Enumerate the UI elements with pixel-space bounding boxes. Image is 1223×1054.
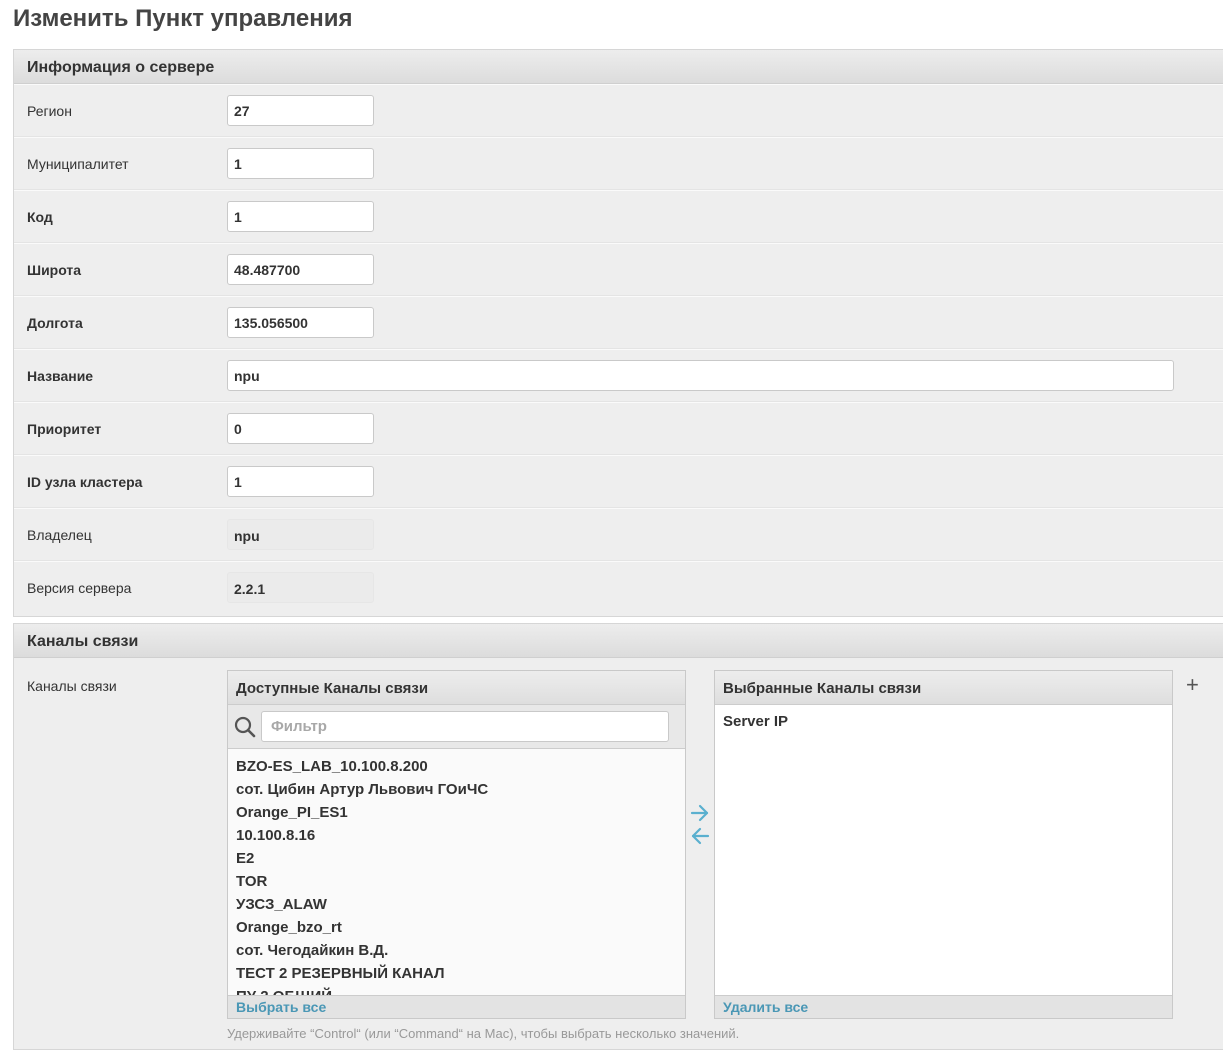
add-channel-plus-icon[interactable]: + [1186,674,1199,696]
form-row-owner: Владелец npu [14,508,1223,561]
name-label: Название [27,368,94,384]
latitude-label: Широта [27,262,82,278]
priority-input[interactable] [227,413,374,444]
server-version-label: Версия сервера [27,580,132,596]
available-channels-title: Доступные Каналы связи [228,671,685,705]
channels-header: Каналы связи [14,624,1223,658]
form-row-cluster-node-id: ID узла кластера [14,455,1223,508]
list-item[interactable]: Orange_bzo_rt [228,916,685,939]
region-input[interactable] [227,95,374,126]
channels-label: Каналы связи [27,678,117,694]
list-item[interactable]: УЗСЗ_ALAW [228,893,685,916]
list-item[interactable]: ТЕСТ 2 РЕЗЕРВНЫЙ КАНАЛ [228,962,685,985]
longitude-input[interactable] [227,307,374,338]
channels-fieldset: Каналы связи Каналы связи Доступные Кана… [13,623,1223,1050]
channels-row: Каналы связи Доступные Каналы связи BZO-… [14,659,1223,1049]
list-item[interactable]: 10.100.8.16 [228,824,685,847]
municipality-input[interactable] [227,148,374,179]
available-channels-list[interactable]: BZO-ES_LAB_10.100.8.200 сот. Цибин Артур… [228,751,685,995]
form-row-name: Название [14,349,1223,402]
server-info-header: Информация о сервере [14,50,1223,84]
latitude-input[interactable] [227,254,374,285]
chosen-channels-box: Выбранные Каналы связи Server IP Удалить… [714,670,1173,1019]
longitude-label: Долгота [27,315,83,331]
form-row-priority: Приоритет [14,402,1223,455]
name-input[interactable] [227,360,1174,391]
form-row-latitude: Широта [14,243,1223,296]
list-item[interactable]: TOR [228,870,685,893]
move-right-arrow-icon[interactable] [689,804,711,822]
owner-readonly-value: npu [227,519,374,550]
form-row-code: Код [14,190,1223,243]
chosen-channels-title: Выбранные Каналы связи [715,671,1172,705]
page-title: Изменить Пункт управления [13,5,353,32]
form-row-region: Регион [14,84,1223,137]
list-item[interactable]: Server IP [715,710,1172,733]
move-left-arrow-icon[interactable] [689,827,711,845]
remove-all-link[interactable]: Удалить все [715,995,1172,1018]
municipality-label: Муниципалитет [27,156,129,172]
search-icon [234,716,256,738]
code-input[interactable] [227,201,374,232]
server-version-readonly-value: 2.2.1 [227,572,374,603]
chosen-channels-list[interactable]: Server IP [715,705,1172,995]
cluster-node-id-label: ID узла кластера [27,474,143,490]
filter-bar [228,705,685,749]
form-row-longitude: Долгота [14,296,1223,349]
list-item[interactable]: сот. Чегодайкин В.Д. [228,939,685,962]
list-item[interactable]: сот. Цибин Артур Львович ГОиЧС [228,778,685,801]
list-item[interactable]: Orange_PI_ES1 [228,801,685,824]
priority-label: Приоритет [27,421,102,437]
code-label: Код [27,209,53,225]
form-row-server-version: Версия сервера 2.2.1 [14,561,1223,614]
list-item[interactable]: E2 [228,847,685,870]
filter-input[interactable] [261,711,669,742]
region-label: Регион [27,103,72,119]
cluster-node-id-input[interactable] [227,466,374,497]
help-text: Удерживайте “Control“ (или “Command“ на … [227,1026,740,1041]
owner-label: Владелец [27,527,92,543]
list-item[interactable]: BZO-ES_LAB_10.100.8.200 [228,755,685,778]
available-channels-box: Доступные Каналы связи BZO-ES_LAB_10.100… [227,670,686,1019]
server-info-fieldset: Информация о сервере Регион Муниципалите… [13,49,1223,617]
list-item[interactable]: ПУ 2 ОБЩИЙ [228,985,685,995]
choose-all-link[interactable]: Выбрать все [228,995,685,1018]
form-row-municipality: Муниципалитет [14,137,1223,190]
